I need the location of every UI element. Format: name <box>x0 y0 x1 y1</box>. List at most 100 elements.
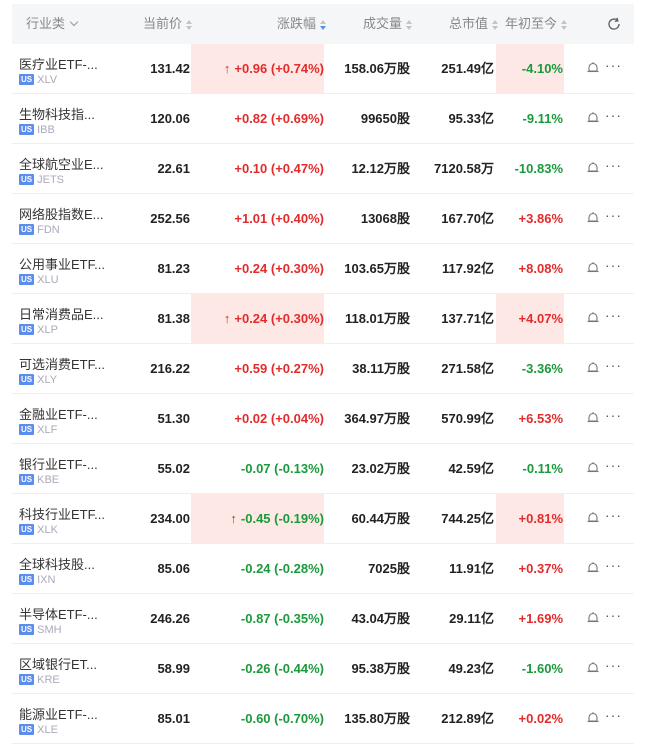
table-row[interactable]: 银行业ETF-... US KBE 55.02 -0.07 (-0.13%) 23.02万… <box>12 444 634 494</box>
sort-icon <box>561 19 568 30</box>
alert-bell-icon[interactable] <box>586 411 600 425</box>
alert-bell-icon[interactable] <box>586 211 600 225</box>
more-options-icon[interactable]: ··· <box>605 608 622 622</box>
more-options-icon[interactable]: ··· <box>605 308 622 322</box>
more-options-icon[interactable]: ··· <box>605 58 622 72</box>
price-value: 246.26 <box>150 611 190 626</box>
table-row[interactable]: 日常消费品E... US XLP 81.38 ↑ +0.24 (+0.30%) 118.01… <box>12 294 634 344</box>
market-cap-value: 29.11亿 <box>449 611 494 626</box>
ticker-line: US XLE <box>19 724 58 736</box>
etf-name[interactable]: 半导体ETF-... <box>19 604 111 623</box>
column-header-cap[interactable]: 总市值 <box>449 4 499 44</box>
alert-bell-icon[interactable] <box>586 511 600 525</box>
alert-bell-icon[interactable] <box>586 561 600 575</box>
us-market-badge: US <box>19 574 35 585</box>
table-row[interactable]: 全球航空业E... US JETS 22.61 +0.10 (+0.47%) 12.12万… <box>12 144 634 194</box>
change-text: +0.59 (+0.27%) <box>234 361 324 376</box>
ticker-line: US JETS <box>19 174 64 186</box>
alert-bell-icon[interactable] <box>586 611 600 625</box>
price-value: 81.23 <box>157 261 190 276</box>
alert-bell-icon[interactable] <box>586 711 600 725</box>
table-row[interactable]: 半导体ETF-... US SMH 246.26 -0.87 (-0.35%) 43.04… <box>12 594 634 644</box>
volume-value: 38.11万股 <box>352 361 410 376</box>
us-market-badge: US <box>19 624 35 635</box>
column-header-volume[interactable]: 成交量 <box>363 4 413 44</box>
etf-name[interactable]: 网络股指数E... <box>19 204 111 223</box>
more-options-icon[interactable]: ··· <box>605 508 622 522</box>
refresh-icon[interactable] <box>606 16 622 32</box>
more-options-icon[interactable]: ··· <box>605 258 622 272</box>
table-row[interactable]: 可选消费ETF... US XLY 216.22 +0.59 (+0.27%) 38.11… <box>12 344 634 394</box>
more-options-icon[interactable]: ··· <box>605 208 622 222</box>
alert-bell-icon[interactable] <box>586 111 600 125</box>
alert-bell-icon[interactable] <box>586 161 600 175</box>
ticker-line: US XLV <box>19 74 57 86</box>
sort-icon <box>406 19 413 30</box>
market-cap-value: 167.70亿 <box>441 211 494 226</box>
alert-bell-icon[interactable] <box>586 361 600 375</box>
sector-filter-dropdown[interactable]: 行业类 <box>26 4 79 44</box>
etf-name[interactable]: 医疗业ETF-... <box>19 54 111 73</box>
change-text: -0.45 (-0.19%) <box>240 511 324 526</box>
table-row[interactable]: 科技行业ETF... US XLK 234.00 ↑ -0.45 (-0.19%) 60.4… <box>12 494 634 544</box>
etf-name[interactable]: 生物科技指... <box>19 104 111 123</box>
ytd-value: -3.36% <box>521 361 563 376</box>
change-header-label: 涨跌幅 <box>277 16 317 31</box>
ticker-line: US XLP <box>19 324 58 336</box>
alert-bell-icon[interactable] <box>586 261 600 275</box>
etf-name[interactable]: 可选消费ETF... <box>19 354 111 373</box>
more-options-icon[interactable]: ··· <box>605 558 622 572</box>
ticker-line: US KRE <box>19 674 60 686</box>
more-options-icon[interactable]: ··· <box>605 158 622 172</box>
change-value: +0.82 (+0.69%) <box>234 94 324 143</box>
etf-name[interactable]: 银行业ETF-... <box>19 454 111 473</box>
more-options-icon[interactable]: ··· <box>605 458 622 472</box>
etf-name[interactable]: 金融业ETF-... <box>19 404 111 423</box>
more-options-icon[interactable]: ··· <box>605 708 622 722</box>
alert-bell-icon[interactable] <box>586 311 600 325</box>
change-value: -0.60 (-0.70%) <box>241 694 324 743</box>
etf-name[interactable]: 日常消费品E... <box>19 304 111 323</box>
ytd-value: -1.60% <box>521 661 563 676</box>
table-row[interactable]: 全球科技股... US IXN 85.06 -0.24 (-0.28%) 7025股 11.… <box>12 544 634 594</box>
more-options-icon[interactable]: ··· <box>605 408 622 422</box>
volume-value: 118.01万股 <box>344 311 410 326</box>
up-arrow-icon: ↑ <box>230 511 237 526</box>
ytd-value: -0.11% <box>522 461 563 476</box>
column-header-change[interactable]: 涨跌幅 <box>277 4 327 44</box>
more-options-icon[interactable]: ··· <box>605 108 622 122</box>
change-value: ↑ -0.45 (-0.19%) <box>230 494 324 543</box>
more-options-icon[interactable]: ··· <box>605 358 622 372</box>
table-row[interactable]: 能源业ETF-... US XLE 85.01 -0.60 (-0.70%) 135.80… <box>12 694 634 744</box>
etf-name[interactable]: 全球航空业E... <box>19 154 111 173</box>
price-header-label: 当前价 <box>143 16 183 31</box>
ytd-value: +4.07% <box>518 311 563 326</box>
column-header-ytd[interactable]: 年初至今 <box>505 4 568 44</box>
change-text: +0.02 (+0.04%) <box>234 411 324 426</box>
table-header: 行业类 当前价 涨跌幅 成交量 总市值 年初至今 <box>12 4 634 44</box>
table-row[interactable]: 网络股指数E... US FDN 252.56 +1.01 (+0.40%) 13068股… <box>12 194 634 244</box>
etf-name[interactable]: 全球科技股... <box>19 554 111 573</box>
table-row[interactable]: 公用事业ETF... US XLU 81.23 +0.24 (+0.30%) 103.65… <box>12 244 634 294</box>
alert-bell-icon[interactable] <box>586 461 600 475</box>
more-options-icon[interactable]: ··· <box>605 658 622 672</box>
table-row[interactable]: 医疗业ETF-... US XLV 131.42 ↑ +0.96 (+0.74%) 158.… <box>12 44 634 94</box>
column-header-price[interactable]: 当前价 <box>143 4 193 44</box>
change-text: -0.87 (-0.35%) <box>240 611 324 626</box>
alert-bell-icon[interactable] <box>586 661 600 675</box>
etf-name[interactable]: 公用事业ETF... <box>19 254 111 273</box>
etf-name[interactable]: 区域银行ET... <box>19 654 111 673</box>
table-row[interactable]: 生物科技指... US IBB 120.06 +0.82 (+0.69%) 99650股 9… <box>12 94 634 144</box>
etf-name[interactable]: 科技行业ETF... <box>19 504 111 523</box>
up-arrow-icon: ↑ <box>223 61 231 76</box>
column-header-name: 行业类 <box>26 16 66 31</box>
market-cap-value: 212.89亿 <box>441 711 494 726</box>
table-row[interactable]: 区域银行ET... US KRE 58.99 -0.26 (-0.44%) 95.38万股… <box>12 644 634 694</box>
etf-name[interactable]: 能源业ETF-... <box>19 704 111 723</box>
volume-value: 158.06万股 <box>344 61 410 76</box>
us-market-badge: US <box>19 374 35 385</box>
change-value: +0.02 (+0.04%) <box>234 394 324 443</box>
table-row[interactable]: 金融业ETF-... US XLF 51.30 +0.02 (+0.04%) 364.97… <box>12 394 634 444</box>
alert-bell-icon[interactable] <box>586 61 600 75</box>
us-market-badge: US <box>19 124 35 135</box>
